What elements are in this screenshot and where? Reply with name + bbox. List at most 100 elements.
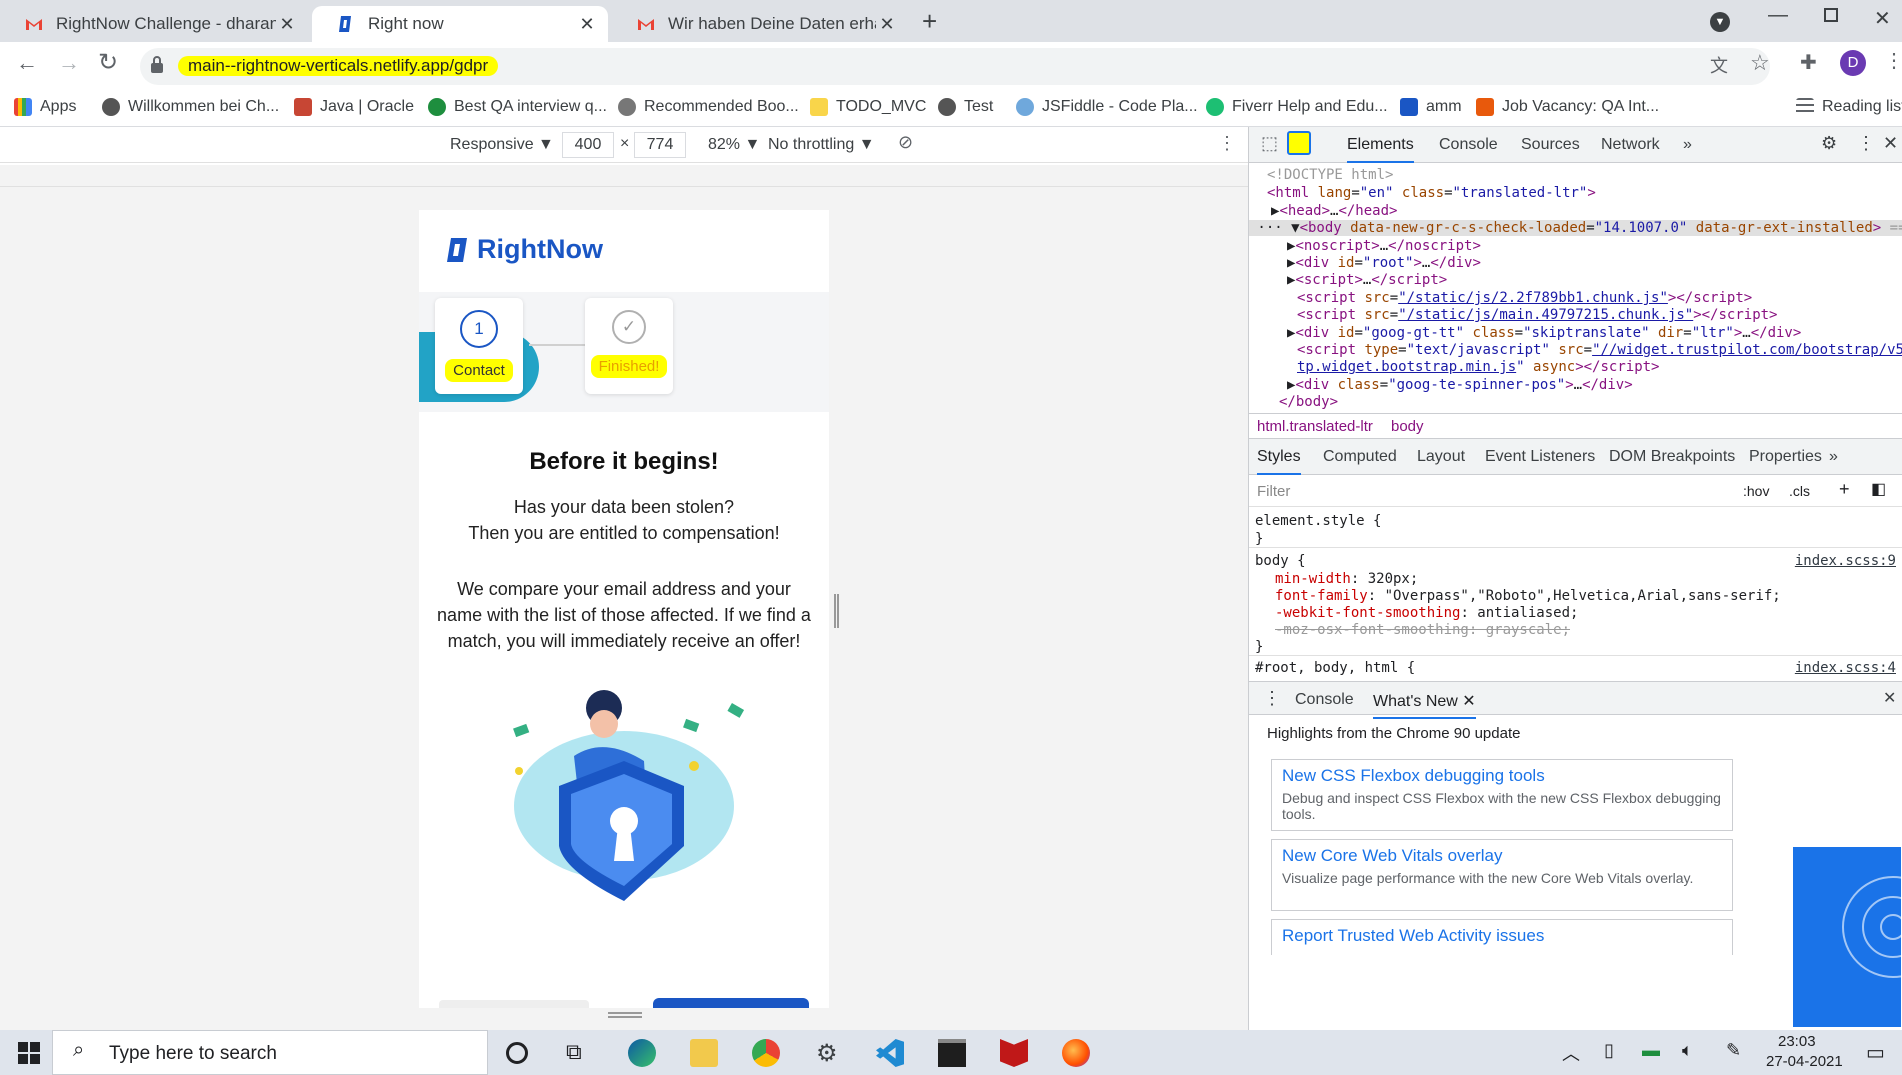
inspect-icon[interactable]: ⬚ [1261, 133, 1278, 154]
bookmark-item[interactable]: Test [938, 98, 993, 116]
bookmark-star-icon[interactable]: ☆ [1750, 50, 1770, 76]
resize-handle-right[interactable] [834, 594, 839, 628]
chrome-icon[interactable] [752, 1039, 780, 1067]
media-query-ruler[interactable] [0, 165, 1248, 187]
zoom-select[interactable]: 82% ▼ [708, 136, 760, 154]
cortana-icon[interactable] [506, 1042, 528, 1064]
windows-start-icon[interactable] [18, 1042, 40, 1064]
volume-icon[interactable]: 🔈︎ [1682, 1040, 1693, 1061]
dom-line[interactable]: <script src="/static/js/2.2f789bb1.chunk… [1297, 290, 1752, 306]
close-tab-icon[interactable]: ✕ [576, 14, 598, 35]
tab-console[interactable]: Console [1439, 136, 1498, 154]
resize-handle-bottom[interactable] [608, 1012, 642, 1018]
throttling-select[interactable]: No throttling ▼ [768, 136, 875, 154]
extensions-icon[interactable]: ✚ [1800, 50, 1817, 75]
restore-icon[interactable] [1824, 8, 1838, 22]
drawer-tab-whats-new[interactable]: What's New ✕ [1373, 691, 1476, 719]
root-rule-selector[interactable]: #root, body, html { [1255, 660, 1415, 676]
taskbar-search[interactable]: ⌕ Type here to search [52, 1030, 488, 1075]
close-window-icon[interactable]: ✕ [1874, 6, 1891, 31]
more-tabs-icon[interactable]: » [1683, 136, 1692, 154]
bookmark-item[interactable]: Willkommen bei Ch... [102, 98, 279, 116]
source-link[interactable]: index.scss:4 [1795, 660, 1896, 676]
tab-computed[interactable]: Computed [1323, 448, 1397, 466]
device-menu-icon[interactable]: ⋮ [1218, 133, 1236, 154]
breadcrumb-body[interactable]: body [1391, 418, 1424, 435]
terminal-icon[interactable] [938, 1039, 966, 1067]
bookmark-item[interactable]: Best QA interview q... [428, 98, 607, 116]
battery-icon[interactable]: ▬ [1642, 1040, 1660, 1061]
tab-right-now[interactable]: Right now ✕ [312, 6, 608, 42]
css-declaration[interactable]: font-family: "Overpass","Roboto",Helveti… [1275, 588, 1781, 604]
tray-chevron-icon[interactable]: ︿ [1562, 1040, 1580, 1066]
close-devtools-icon[interactable]: ✕ [1883, 133, 1898, 154]
tab-event-listeners[interactable]: Event Listeners [1485, 448, 1595, 466]
tab-gmail-2[interactable]: Wir haben Deine Daten erhalten ✕ [612, 6, 908, 42]
settings-gear-icon[interactable]: ⚙ [1821, 133, 1837, 154]
close-tab-icon[interactable]: ✕ [276, 14, 298, 35]
dom-line[interactable]: ▶<script>…</script> [1287, 272, 1447, 288]
close-tab-icon[interactable]: ✕ [876, 14, 898, 35]
tab-sources[interactable]: Sources [1521, 136, 1580, 154]
dom-line-selected[interactable]: ··· ▼<body data-new-gr-c-s-check-loaded=… [1249, 220, 1902, 236]
bookmark-item[interactable]: Fiverr Help and Edu... [1206, 98, 1388, 116]
bookmark-reading-list[interactable]: Reading list [1796, 98, 1902, 116]
breadcrumb-html[interactable]: html.translated-ltr [1257, 418, 1373, 435]
dimensions-select[interactable]: Responsive ▼ [450, 136, 554, 154]
tab-search-icon[interactable]: ▼ [1710, 12, 1730, 32]
more-style-tabs-icon[interactable]: » [1829, 448, 1838, 466]
dom-line[interactable]: <script src="/static/js/main.49797215.ch… [1297, 307, 1778, 323]
mcafee-icon[interactable] [1000, 1039, 1028, 1067]
back-icon[interactable]: ← [16, 50, 38, 76]
notifications-icon[interactable]: ▭ [1866, 1040, 1885, 1065]
dom-line[interactable]: ▶<div class="goog-te-spinner-pos">…</div… [1287, 377, 1633, 393]
bookmark-item[interactable]: Recommended Boo... [618, 98, 799, 116]
dom-line[interactable]: ▶<div id="root">…</div> [1287, 255, 1481, 271]
sidebar-toggle-icon[interactable]: ◧ [1871, 479, 1886, 499]
new-rule-icon[interactable]: + [1839, 479, 1850, 500]
minimize-icon[interactable]: — [1768, 4, 1788, 27]
firefox-icon[interactable] [1062, 1039, 1090, 1067]
bookmark-item[interactable]: JSFiddle - Code Pla... [1016, 98, 1198, 116]
edge-icon[interactable] [628, 1039, 656, 1067]
cls-toggle[interactable]: .cls [1789, 483, 1810, 499]
site-logo[interactable]: RightNow [445, 234, 603, 265]
devtools-menu-icon[interactable]: ⋮ [1857, 133, 1875, 154]
tab-dom-breakpoints[interactable]: DOM Breakpoints [1609, 448, 1735, 466]
drawer-menu-icon[interactable]: ⋮ [1263, 688, 1281, 709]
profile-avatar[interactable]: D [1840, 50, 1866, 76]
dom-line[interactable]: <script type="text/javascript" src="//wi… [1297, 342, 1902, 358]
forward-icon[interactable]: → [58, 50, 80, 76]
news-card[interactable]: Report Trusted Web Activity issues [1271, 919, 1733, 955]
dom-line[interactable]: tp.widget.bootstrap.min.js" async></scri… [1297, 359, 1659, 375]
step-finished[interactable]: ✓ Finished! [585, 298, 673, 394]
bookmark-item[interactable]: Java | Oracle [294, 98, 414, 116]
step-contact[interactable]: 1 Contact [435, 298, 523, 394]
bookmark-item[interactable]: Job Vacancy: QA Int... [1476, 98, 1659, 116]
news-card[interactable]: New Core Web Vitals overlay Visualize pa… [1271, 839, 1733, 911]
bookmark-apps[interactable]: Apps [14, 98, 76, 116]
css-declaration[interactable]: min-width: 320px; [1275, 571, 1418, 587]
back-button[interactable] [439, 1000, 589, 1008]
dom-line[interactable]: ▶<noscript>…</noscript> [1287, 238, 1481, 254]
menu-kebab-icon[interactable]: ⋮ [1884, 48, 1902, 73]
file-explorer-icon[interactable] [690, 1039, 718, 1067]
reload-icon[interactable]: ↻ [98, 48, 118, 77]
tab-network[interactable]: Network [1601, 136, 1660, 154]
source-link[interactable]: index.scss:9 [1795, 553, 1896, 569]
tab-gmail-1[interactable]: RightNow Challenge - dharani.g ✕ [0, 6, 308, 42]
tab-elements[interactable]: Elements [1347, 136, 1414, 163]
clock-date[interactable]: 27-04-2021 [1766, 1053, 1843, 1070]
bookmark-item[interactable]: TODO_MVC [810, 98, 926, 116]
dom-line[interactable]: ▶<head>…</head> [1271, 203, 1397, 219]
body-rule-selector[interactable]: body { [1255, 553, 1306, 569]
rotate-icon[interactable]: ⊘ [898, 132, 913, 153]
pen-icon[interactable]: ✎ [1726, 1040, 1741, 1061]
hov-toggle[interactable]: :hov [1743, 483, 1769, 499]
height-input[interactable]: 774 [634, 132, 686, 158]
settings-icon[interactable]: ⚙ [816, 1039, 844, 1067]
dom-line[interactable]: <html lang="en" class="translated-ltr"> [1267, 185, 1596, 201]
css-declaration[interactable]: -webkit-font-smoothing: antialiased; [1275, 605, 1578, 621]
tray-device-icon[interactable]: ▯ [1604, 1040, 1614, 1061]
translate-icon[interactable]: 文 [1710, 52, 1728, 78]
